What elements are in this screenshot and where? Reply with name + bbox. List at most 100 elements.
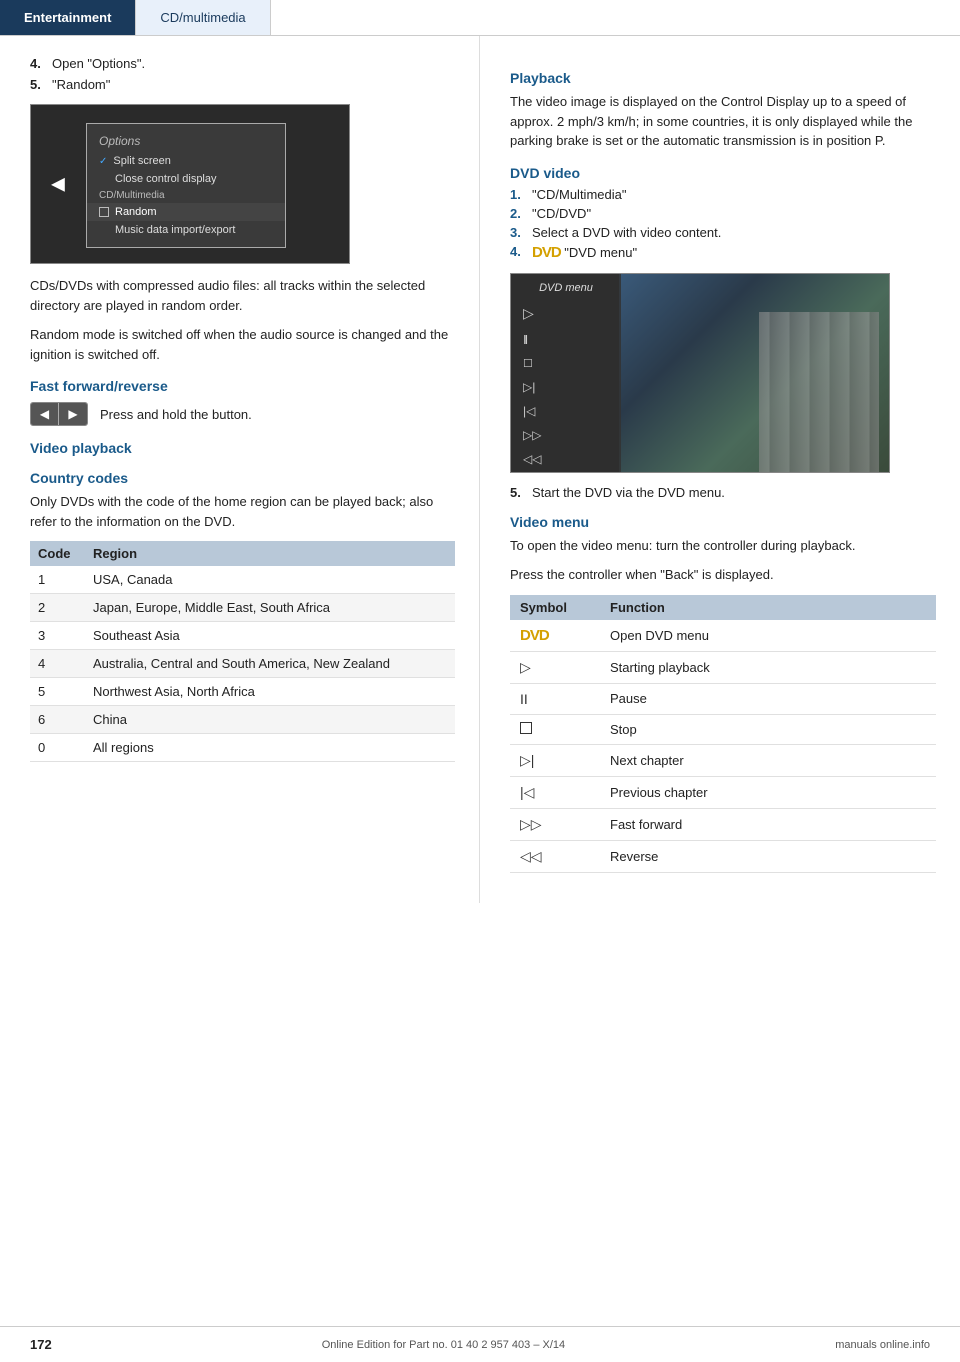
- function-cell: Fast forward: [600, 808, 936, 840]
- step-text: "CD/DVD": [532, 206, 591, 221]
- table-row: 3Southeast Asia: [30, 622, 455, 650]
- menu-item-label: Music data import/export: [115, 224, 235, 236]
- menu-title: Options: [87, 132, 285, 152]
- footer-watermark: manuals online.info: [835, 1339, 930, 1351]
- check-icon: ✓: [99, 156, 107, 167]
- stop-icon: [520, 722, 532, 734]
- col-function: Function: [600, 595, 936, 620]
- country-codes-table: Code Region 1USA, Canada2Japan, Europe, …: [30, 541, 455, 762]
- dvd-step-item: 3. Select a DVD with video content.: [510, 225, 936, 240]
- menu-item-label: Split screen: [113, 155, 170, 167]
- step-num: 2.: [510, 206, 526, 221]
- table-code-cell: 5: [30, 678, 85, 706]
- symbol-row: ▷▷Fast forward: [510, 808, 936, 840]
- table-code-cell: 1: [30, 566, 85, 594]
- controller-arrow-icon: ◀: [51, 174, 65, 195]
- rev-icon: ◁◁: [520, 848, 542, 864]
- fastforward-button[interactable]: ▶: [59, 403, 87, 425]
- symbol-cell: ◁◁: [510, 840, 600, 872]
- main-content: 4. Open "Options". 5. "Random" ◀ Options…: [0, 36, 960, 903]
- page-number: 172: [30, 1337, 52, 1352]
- table-code-cell: 0: [30, 734, 85, 762]
- section-dvd-video: DVD video: [510, 165, 936, 181]
- next-icon: ▷|: [520, 752, 534, 768]
- tab-entertainment-label: Entertainment: [24, 10, 111, 25]
- section-playback-heading: Playback: [510, 70, 936, 86]
- function-cell: Starting playback: [600, 651, 936, 683]
- menu-item-label: Random: [115, 206, 157, 218]
- table-code-cell: 2: [30, 594, 85, 622]
- prev-icon: |◁: [520, 784, 534, 800]
- step-4-text: Open "Options".: [52, 56, 145, 71]
- rewind-button[interactable]: ◀: [31, 403, 59, 425]
- symbol-row: ▷ Starting playback: [510, 651, 936, 683]
- options-screen: ◀ Options ✓ Split screen Close control d…: [30, 104, 350, 264]
- symbol-table: Symbol Function DVD Open DVD menu ▷ Startin…: [510, 595, 936, 873]
- step-5-right: 5. Start the DVD via the DVD menu.: [510, 485, 936, 500]
- dvd-next-icon: ▷|: [515, 377, 617, 397]
- dvd-prev-icon: |◁: [515, 401, 617, 421]
- dvd-pause-icon: II: [515, 329, 617, 350]
- tab-entertainment[interactable]: Entertainment: [0, 0, 136, 35]
- tab-cd-multimedia[interactable]: CD/multimedia: [136, 0, 270, 35]
- step-5: 5. "Random": [30, 77, 455, 92]
- symbol-cell: II: [510, 683, 600, 714]
- footer: 172 Online Edition for Part no. 01 40 2 …: [0, 1326, 960, 1362]
- function-cell: Stop: [600, 714, 936, 744]
- symbol-row: |◁ Previous chapter: [510, 776, 936, 808]
- symbol-cell: DVD: [510, 620, 600, 652]
- table-row: 6China: [30, 706, 455, 734]
- step-num: 4.: [510, 244, 526, 261]
- symbol-row: ▷| Next chapter: [510, 744, 936, 776]
- symbol-cell: ▷▷: [510, 808, 600, 840]
- table-region-cell: Northwest Asia, North Africa: [85, 678, 455, 706]
- dvd-ff-icon: ▷▷: [515, 425, 617, 445]
- dvd-menu-bar: DVD menu ▷ II ☐ ▷| |◁ ▷▷ ◁◁: [511, 274, 621, 472]
- dvd-stop-icon: ☐: [515, 354, 617, 373]
- table-region-cell: Southeast Asia: [85, 622, 455, 650]
- footer-text: Online Edition for Part no. 01 40 2 957 …: [322, 1339, 565, 1351]
- dvd-step-item: 2. "CD/DVD": [510, 206, 936, 221]
- col-region: Region: [85, 541, 455, 566]
- table-code-cell: 6: [30, 706, 85, 734]
- symbol-cell: [510, 714, 600, 744]
- symbol-row: II Pause: [510, 683, 936, 714]
- step-num: 3.: [510, 225, 526, 240]
- dvd-step-item: 4.DVD "DVD menu": [510, 244, 936, 261]
- function-cell: Pause: [600, 683, 936, 714]
- step-5-num: 5.: [30, 77, 46, 92]
- tab-cd-multimedia-label: CD/multimedia: [160, 10, 245, 25]
- symbol-table-header: Symbol Function: [510, 595, 936, 620]
- function-cell: Reverse: [600, 840, 936, 872]
- table-region-cell: China: [85, 706, 455, 734]
- video-menu-text2: Press the controller when "Back" is disp…: [510, 565, 936, 585]
- section-fast-forward: Fast forward/reverse: [30, 378, 455, 394]
- function-cell: Previous chapter: [600, 776, 936, 808]
- table-region-cell: Australia, Central and South America, Ne…: [85, 650, 455, 678]
- step-5-right-num: 5.: [510, 485, 526, 500]
- section-video-playback: Video playback: [30, 440, 455, 456]
- symbol-row: DVD Open DVD menu: [510, 620, 936, 652]
- symbol-cell: ▷|: [510, 744, 600, 776]
- options-menu: Options ✓ Split screen Close control dis…: [86, 123, 286, 248]
- menu-item-label: Close control display: [115, 173, 217, 185]
- step-text: Select a DVD with video content.: [532, 225, 721, 240]
- step-4: 4. Open "Options".: [30, 56, 455, 71]
- dvd-logo-icon: DVD: [520, 627, 549, 644]
- step-5-text: "Random": [52, 77, 110, 92]
- table-region-cell: Japan, Europe, Middle East, South Africa: [85, 594, 455, 622]
- dvd-logo-icon: DVD: [532, 244, 561, 261]
- table-row: 4Australia, Central and South America, N…: [30, 650, 455, 678]
- pause-icon: II: [520, 691, 528, 707]
- table-region-cell: All regions: [85, 734, 455, 762]
- menu-music-import: Music data import/export: [87, 221, 285, 239]
- symbol-row: ◁◁ Reverse: [510, 840, 936, 872]
- step-num: 1.: [510, 187, 526, 202]
- step-text: "CD/Multimedia": [532, 187, 626, 202]
- ff-buttons: ◀ ▶: [30, 402, 88, 426]
- function-cell: Open DVD menu: [600, 620, 936, 652]
- dvd-screen: DVD menu ▷ II ☐ ▷| |◁ ▷▷ ◁◁: [510, 273, 890, 473]
- table-code-cell: 3: [30, 622, 85, 650]
- play-icon: ▷: [520, 659, 531, 675]
- function-cell: Next chapter: [600, 744, 936, 776]
